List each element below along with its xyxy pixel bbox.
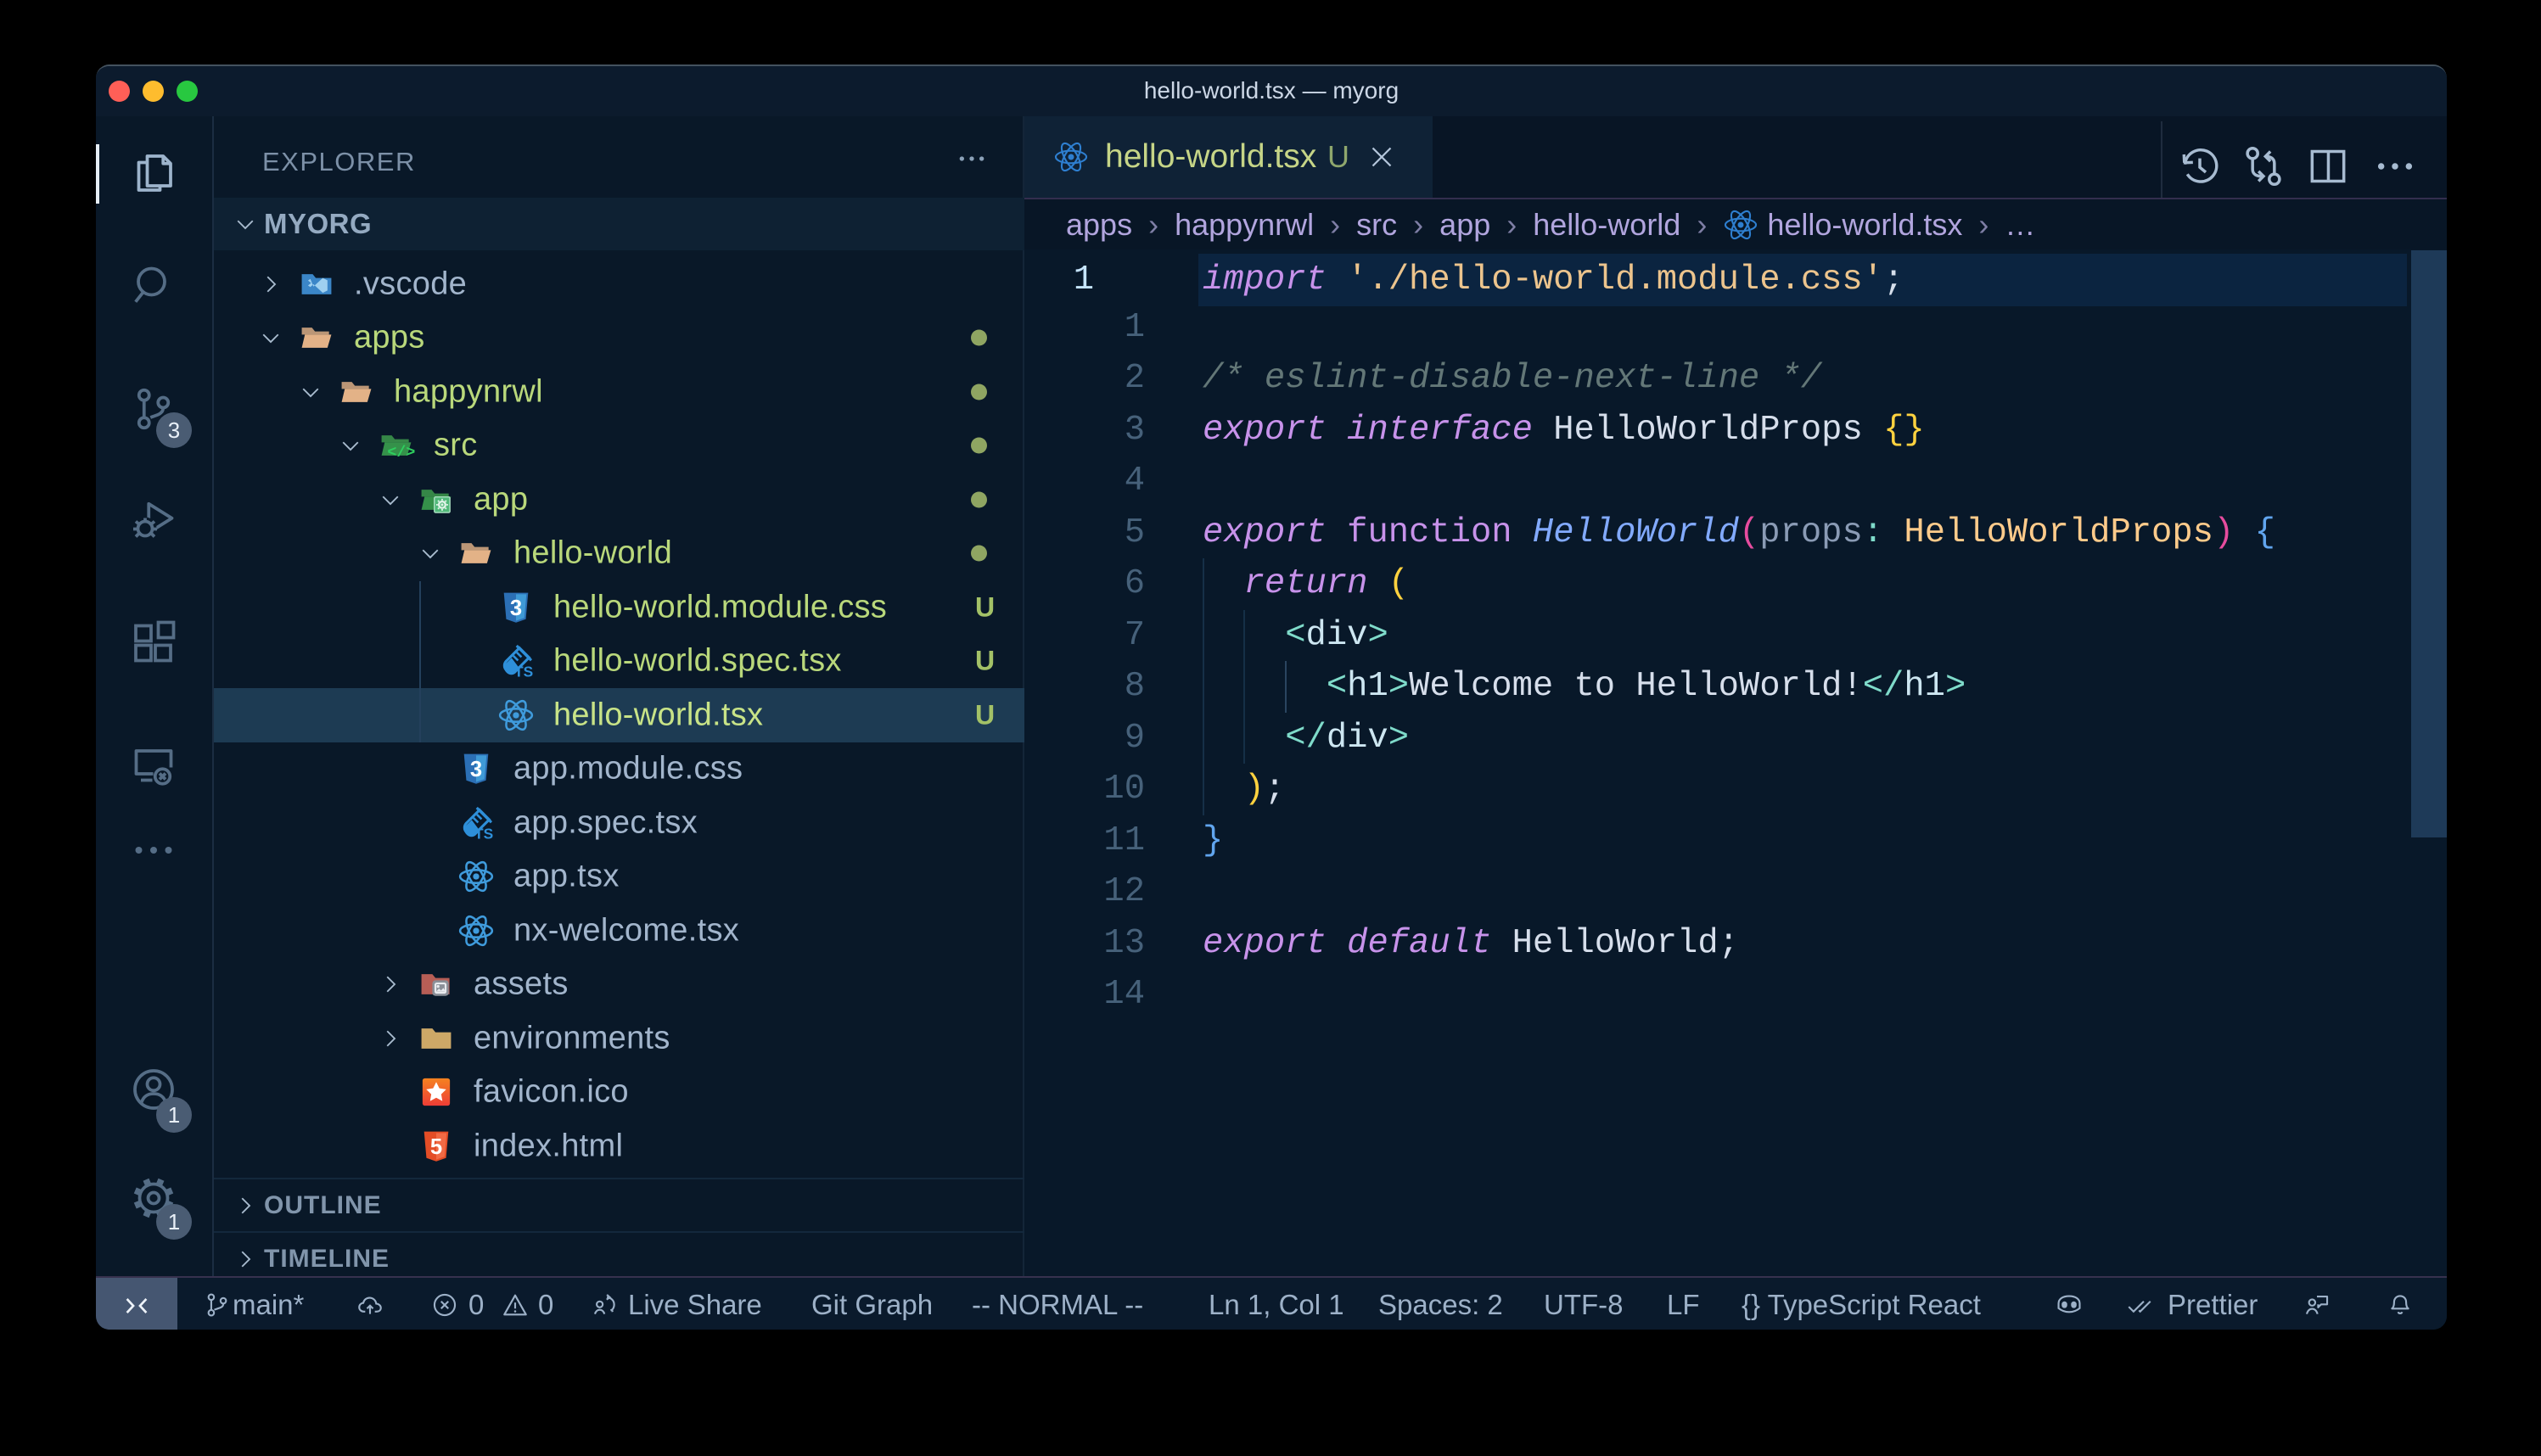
svg-text:3: 3 [510,596,522,620]
svg-text:5: 5 [430,1135,442,1159]
svg-text:TS: TS [514,663,533,680]
svg-text:3: 3 [470,758,482,781]
svg-text:</>: </> [387,444,415,462]
svg-text:TS: TS [474,825,493,842]
